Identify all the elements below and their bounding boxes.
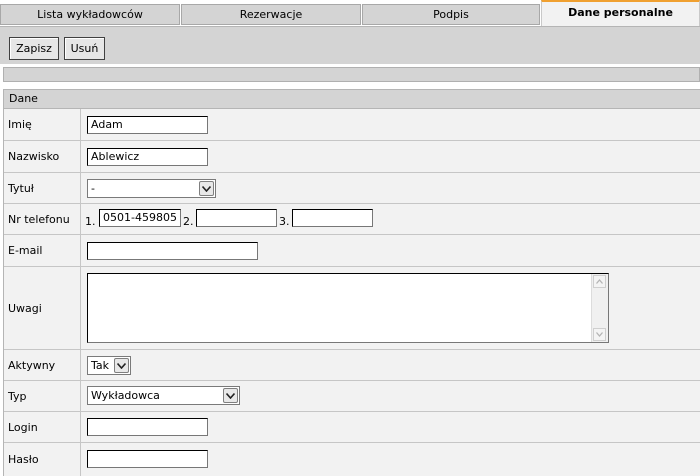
login-field[interactable]: [87, 418, 208, 436]
tab-reservations[interactable]: Rezerwacje: [181, 4, 361, 25]
tab-bar: Lista wykładowców Rezerwacje Podpis Dane…: [0, 0, 700, 26]
toolbar: Zapisz Usuń: [0, 26, 700, 64]
title-label: Tytuł: [4, 173, 81, 203]
scroll-down-icon[interactable]: [593, 328, 606, 341]
login-label: Login: [4, 412, 81, 442]
row-notes: Uwagi: [4, 267, 700, 350]
phone-3-number: 3.: [279, 215, 290, 228]
email-field[interactable]: [87, 242, 258, 260]
row-active: Aktywny Tak: [4, 350, 700, 381]
phone-1-field[interactable]: 0501-459805: [99, 209, 181, 227]
first-name-label: Imię: [4, 109, 81, 140]
row-first-name: Imię Adam: [4, 109, 700, 141]
password-label: Hasło: [4, 443, 81, 476]
scroll-up-icon[interactable]: [593, 275, 606, 288]
row-last-name: Nazwisko Ablewicz: [4, 141, 700, 173]
type-label: Typ: [4, 381, 81, 411]
tab-signature[interactable]: Podpis: [362, 4, 540, 25]
phone-3-field[interactable]: [292, 209, 373, 227]
row-password: Hasło: [4, 443, 700, 476]
chevron-down-icon[interactable]: [223, 388, 238, 403]
toolbar-divider-strip: [3, 67, 700, 82]
type-select[interactable]: Wykładowca: [87, 386, 240, 405]
tab-lecturers-list[interactable]: Lista wykładowców: [0, 4, 180, 25]
last-name-field[interactable]: Ablewicz: [87, 148, 208, 166]
notes-label: Uwagi: [4, 267, 81, 349]
row-login: Login: [4, 412, 700, 443]
delete-button[interactable]: Usuń: [64, 37, 105, 60]
phone-2-number: 2.: [183, 215, 194, 228]
type-select-value: Wykładowca: [91, 389, 160, 402]
save-button[interactable]: Zapisz: [9, 37, 59, 60]
tab-personal-data[interactable]: Dane personalne: [541, 0, 700, 26]
notes-textarea[interactable]: [87, 273, 609, 343]
row-phone: Nr telefonu 1. 0501-459805 2. 3.: [4, 204, 700, 235]
active-label: Aktywny: [4, 350, 81, 380]
notes-scrollbar[interactable]: [591, 274, 608, 342]
title-select[interactable]: -: [87, 179, 216, 198]
row-email: E-mail: [4, 235, 700, 267]
phone-label: Nr telefonu: [4, 204, 81, 234]
password-field[interactable]: [87, 450, 208, 468]
last-name-label: Nazwisko: [4, 141, 81, 172]
active-select-value: Tak: [91, 359, 110, 372]
first-name-field[interactable]: Adam: [87, 116, 208, 134]
row-type: Typ Wykładowca: [4, 381, 700, 412]
section-title: Dane: [4, 89, 700, 109]
phone-1-number: 1.: [85, 215, 96, 228]
title-select-value: -: [91, 182, 95, 195]
phone-2-field[interactable]: [196, 209, 277, 227]
chevron-down-icon[interactable]: [199, 181, 214, 196]
active-select[interactable]: Tak: [87, 356, 131, 375]
personal-data-form: Dane Imię Adam Nazwisko Ablewicz Tytuł -…: [3, 89, 700, 476]
row-title: Tytuł -: [4, 173, 700, 204]
chevron-down-icon[interactable]: [114, 358, 129, 373]
email-label: E-mail: [4, 235, 81, 266]
